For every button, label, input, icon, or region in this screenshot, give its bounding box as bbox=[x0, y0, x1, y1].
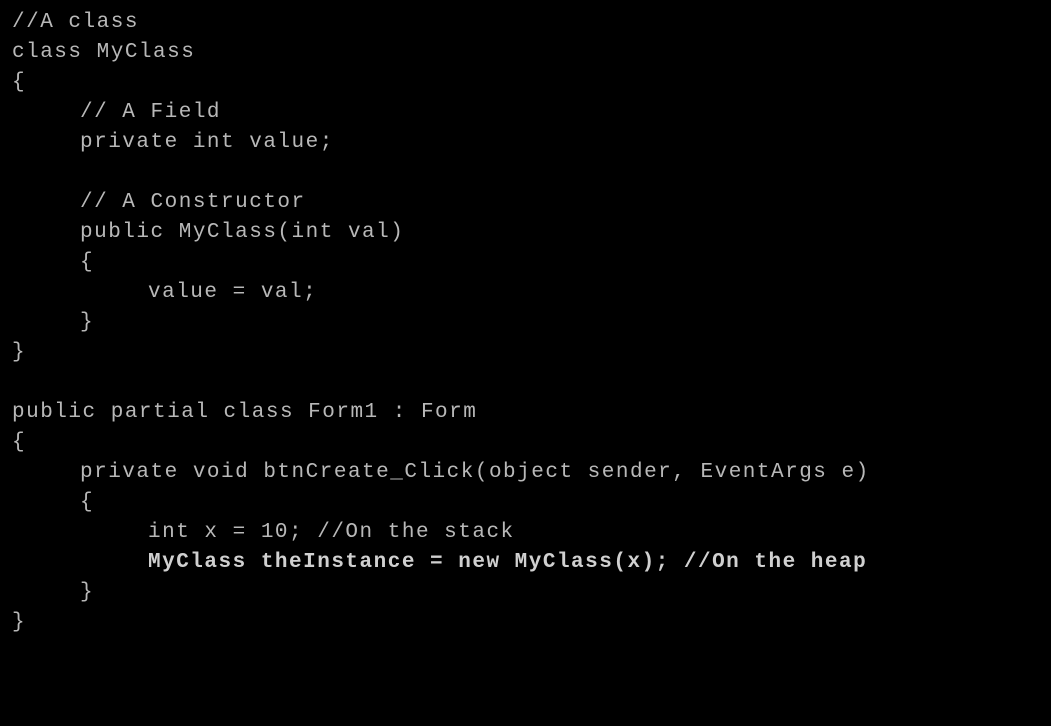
code-close-brace: } bbox=[12, 578, 1039, 608]
code-close-brace: } bbox=[12, 608, 1039, 638]
code-field-declaration: private int value; bbox=[12, 128, 1039, 158]
code-form-class-declaration: public partial class Form1 : Form bbox=[12, 398, 1039, 428]
code-close-brace: } bbox=[12, 338, 1039, 368]
code-comment-constructor: // A Constructor bbox=[12, 188, 1039, 218]
code-open-brace: { bbox=[12, 488, 1039, 518]
code-instance-creation: MyClass theInstance = new MyClass(x); //… bbox=[12, 548, 1039, 578]
code-class-declaration: class MyClass bbox=[12, 38, 1039, 68]
code-blank-line bbox=[12, 158, 1039, 188]
code-method-declaration: private void btnCreate_Click(object send… bbox=[12, 458, 1039, 488]
code-open-brace: { bbox=[12, 428, 1039, 458]
code-assignment: value = val; bbox=[12, 278, 1039, 308]
code-constructor-declaration: public MyClass(int val) bbox=[12, 218, 1039, 248]
code-open-brace: { bbox=[12, 68, 1039, 98]
code-variable-declaration: int x = 10; //On the stack bbox=[12, 518, 1039, 548]
code-close-brace: } bbox=[12, 308, 1039, 338]
code-open-brace: { bbox=[12, 248, 1039, 278]
code-blank-line bbox=[12, 368, 1039, 398]
code-comment-field: // A Field bbox=[12, 98, 1039, 128]
code-block: //A class class MyClass { // A Field pri… bbox=[12, 8, 1039, 638]
code-comment-class: //A class bbox=[12, 8, 1039, 38]
